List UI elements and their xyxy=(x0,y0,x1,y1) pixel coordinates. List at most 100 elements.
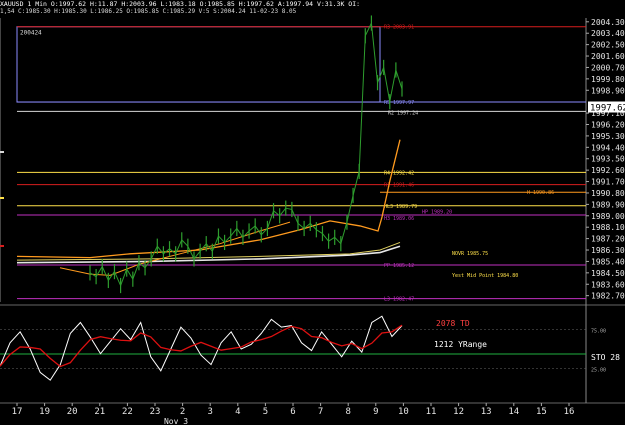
range-box xyxy=(16,26,381,103)
grid-lines xyxy=(0,18,625,404)
price-segment xyxy=(211,235,219,252)
price-segment xyxy=(218,235,225,243)
pivot-level-label: R2 1997.24 xyxy=(388,110,418,116)
x-tick-label: 10 xyxy=(398,407,409,417)
price-segment xyxy=(383,67,391,102)
y-tick-label: 1998.90 xyxy=(591,86,625,95)
x-tick-label: 22 xyxy=(122,407,133,417)
x-tick-label: 6 xyxy=(290,407,295,417)
stoch-level-label: 75.00 xyxy=(591,329,606,335)
price-segment xyxy=(187,245,195,260)
pivot-level-label: PP 1985.12 xyxy=(384,263,414,269)
x-tick-label: 23 xyxy=(150,407,161,417)
price-series xyxy=(89,15,403,294)
price-segment xyxy=(358,35,366,172)
price-segment xyxy=(364,22,372,36)
pivot-level-label: HL3 1989.79 xyxy=(384,204,417,210)
price-segment xyxy=(291,209,299,224)
price-segment xyxy=(334,236,342,245)
price-segment xyxy=(230,228,238,237)
price-segment xyxy=(107,271,115,281)
stoch-name-label: STO 28 xyxy=(591,353,620,362)
x-tick-label: 19 xyxy=(39,407,50,417)
y-tick-label: 1982.70 xyxy=(591,292,625,301)
x-tick-label: 9 xyxy=(373,407,378,417)
x-tick-label: 13 xyxy=(481,407,492,417)
range-box-label: 200424 xyxy=(20,30,42,37)
x-tick-label: 20 xyxy=(67,407,78,417)
y-tick-label: 1986.30 xyxy=(591,246,625,255)
price-segment xyxy=(248,225,256,232)
x-tick-label: 2 xyxy=(180,407,185,417)
stoch-level-label: 25.00 xyxy=(591,368,606,374)
pivot-level-label: H3 1989.06 xyxy=(384,216,414,222)
price-segment xyxy=(266,210,275,229)
price-segment xyxy=(395,69,403,90)
y-tick-label: 1991.70 xyxy=(591,178,625,187)
price-segment xyxy=(322,233,329,242)
y-tick-label: 1989.00 xyxy=(591,212,625,221)
price-segment xyxy=(340,221,348,244)
y-tick-label: 1994.40 xyxy=(591,143,625,152)
x-tick-label: 14 xyxy=(508,407,519,417)
pivot-level-label: R3 2003.91 xyxy=(384,25,414,31)
price-segment xyxy=(377,67,385,83)
x-tick-label: 8 xyxy=(345,407,350,417)
y-tick-label: 1993.50 xyxy=(591,155,625,164)
pivot-level-label: NOVR 1985.75 xyxy=(452,251,488,257)
price-segment xyxy=(181,239,189,247)
y-tick-label: 1985.40 xyxy=(591,257,625,266)
price-segment xyxy=(328,236,335,242)
y-tick-label: 2000.70 xyxy=(591,63,625,72)
x-tick-label: 11 xyxy=(426,407,437,417)
x-tick-label: 15 xyxy=(536,407,547,417)
price-segment xyxy=(370,23,379,83)
price-segment xyxy=(352,171,360,196)
y-tick-label: 1989.90 xyxy=(591,200,625,209)
x-tick-label: 3 xyxy=(207,407,212,417)
x-tick-label: 17 xyxy=(12,407,23,417)
moving-averages xyxy=(16,139,401,276)
price-segment xyxy=(114,271,122,286)
y-tick-label: 1987.20 xyxy=(591,235,625,244)
x-tick-label: 7 xyxy=(318,407,323,417)
pivot-level-label: HP 1989.20 xyxy=(422,209,452,215)
stoch-d-line xyxy=(0,324,403,368)
price-segment xyxy=(101,266,109,281)
y-tick-label: 2004.30 xyxy=(591,18,625,27)
current-price-label: 1997.62 xyxy=(590,103,625,113)
y-tick-label: 1990.80 xyxy=(591,189,625,198)
stochastic-panel: 2078 TD 1212 YRange STO 28 75.00 25.00 xyxy=(0,315,620,381)
price-chart[interactable]: 200424 R3 2003.91 R5 1997.97 R2 1997.24 R4 1… xyxy=(0,0,625,425)
price-segment xyxy=(316,229,323,234)
x-axis: 17 19 20 21 22 23 2 3 4 5 6 7 8 9 10 11 12 13 14 15 16Nov 3 xyxy=(12,403,575,425)
x-tick-label: 16 xyxy=(564,407,575,417)
x-tick-label: 4 xyxy=(235,407,240,417)
price-segment xyxy=(346,195,354,223)
price-segment xyxy=(254,225,262,236)
price-segment xyxy=(236,228,244,238)
ma-orange-line xyxy=(16,139,401,259)
pivot-level-label: R5 1997.97 xyxy=(384,100,414,106)
y-tick-label: 2002.50 xyxy=(591,41,625,50)
x-tick-label: 21 xyxy=(94,407,105,417)
pivot-level-label: L3 1982.47 xyxy=(384,297,414,303)
pivot-level-label: R4 1992.42 xyxy=(384,170,414,176)
stoch-k-line xyxy=(0,315,403,381)
stoch-signal-label: 2078 TD xyxy=(436,319,470,328)
y-tick-label: 1984.50 xyxy=(591,269,625,278)
x-tick-label: 5 xyxy=(263,407,268,417)
y-axis: 2004.30 2003.40 2002.50 2001.60 2000.70 1999.… xyxy=(586,18,625,301)
y-tick-label: 1992.60 xyxy=(591,166,625,175)
y-tick-label: 2003.40 xyxy=(591,29,625,38)
price-segment xyxy=(126,268,134,280)
stoch-range-label: 1212 YRange xyxy=(434,340,487,349)
x-sublabel: Nov 3 xyxy=(164,417,188,425)
y-tick-label: 2001.60 xyxy=(591,52,625,61)
price-segment xyxy=(285,207,292,210)
price-segment xyxy=(389,69,397,102)
pivot-level-label: Yest Mid Point 1984.80 xyxy=(452,273,518,279)
price-segment xyxy=(144,258,152,269)
y-tick-label: 1988.10 xyxy=(591,223,625,232)
y-tick-label: 1996.20 xyxy=(591,121,625,130)
